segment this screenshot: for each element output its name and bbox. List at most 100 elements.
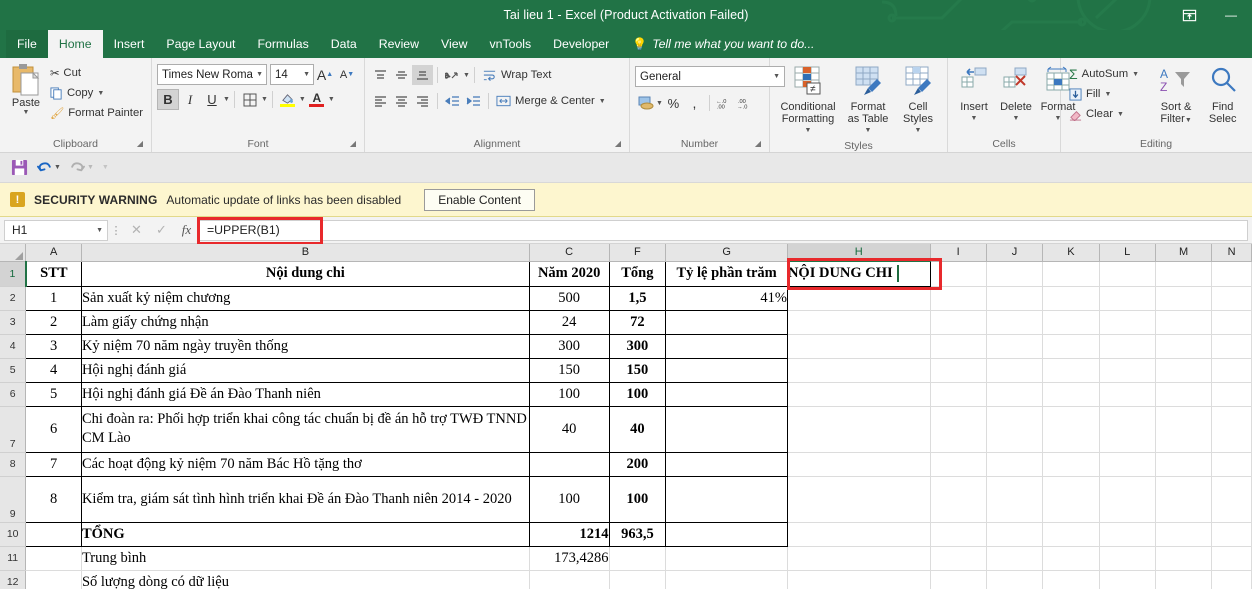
cell-H2[interactable] (787, 286, 931, 311)
decrease-indent-button[interactable] (442, 91, 463, 111)
cell-C10[interactable]: 1214 (528, 521, 610, 547)
cell-C3[interactable]: 24 (528, 309, 610, 335)
cell-H7[interactable] (787, 406, 931, 453)
row-header-2[interactable]: 2 (0, 286, 27, 311)
column-header-l[interactable]: L (1099, 244, 1156, 262)
align-right-button[interactable] (412, 91, 433, 111)
cell-F6[interactable]: 100 (608, 381, 667, 407)
cell-L1[interactable] (1099, 261, 1156, 287)
fill-button[interactable]: Fill ▼ (1066, 84, 1153, 104)
tab-data[interactable]: Data (320, 30, 368, 58)
cell-B1[interactable]: Nội dung chi (80, 260, 530, 287)
cell-K11[interactable] (1042, 546, 1100, 571)
cell-K5[interactable] (1042, 358, 1100, 383)
cell-H8[interactable] (787, 452, 931, 477)
save-button[interactable] (8, 159, 31, 176)
cell-J9[interactable] (986, 476, 1044, 523)
row-header-3[interactable]: 3 (0, 310, 27, 335)
number-format-select[interactable]: General ▼ (635, 66, 785, 87)
tell-me-search[interactable]: 💡 Tell me what you want to do... (620, 30, 814, 58)
cell-B10[interactable]: TỔNG (80, 521, 530, 547)
cell-F4[interactable]: 300 (608, 333, 667, 359)
tab-vntools[interactable]: vnTools (478, 30, 542, 58)
cell-H11[interactable] (787, 546, 931, 571)
chevron-down-icon[interactable]: ▼ (256, 71, 263, 78)
cell-I10[interactable] (930, 522, 987, 547)
copy-button[interactable]: Copy ▼ (47, 83, 146, 103)
cell-G10[interactable] (665, 521, 788, 547)
align-top-button[interactable] (370, 65, 391, 85)
cell-N12[interactable] (1211, 570, 1252, 589)
cell-H10[interactable] (787, 522, 931, 547)
cell-F11[interactable] (609, 546, 667, 571)
grow-font-button[interactable]: A ▲ (314, 64, 336, 85)
cell-J4[interactable] (986, 334, 1044, 359)
cell-styles-button[interactable]: Cell Styles ▼ (895, 64, 941, 139)
wrap-text-button[interactable]: Wrap Text (479, 65, 554, 85)
cell-L5[interactable] (1099, 358, 1156, 383)
cell-G1[interactable]: Tỷ lệ phần trăm (665, 260, 788, 287)
chevron-down-icon[interactable]: ▼ (328, 96, 335, 103)
cell-N9[interactable] (1211, 476, 1252, 523)
chevron-down-icon[interactable]: ▼ (223, 96, 230, 103)
cell-J5[interactable] (986, 358, 1044, 383)
undo-button[interactable]: ▼ (33, 160, 64, 175)
cell-B8[interactable]: Các hoạt động kỷ niệm 70 năm Bác Hồ tặng… (80, 451, 530, 477)
cell-J12[interactable] (986, 570, 1044, 589)
fill-color-icon[interactable] (277, 89, 299, 110)
cell-K1[interactable] (1042, 261, 1100, 287)
font-size-input[interactable]: 14 ▼ (270, 64, 314, 85)
cell-A3[interactable]: 2 (25, 309, 82, 335)
column-header-a[interactable]: A (25, 244, 82, 262)
find-select-button[interactable]: Find Selec (1199, 64, 1246, 127)
select-all-corner[interactable] (0, 244, 27, 262)
row-header-5[interactable]: 5 (0, 358, 27, 383)
cell-C5[interactable]: 150 (528, 357, 610, 383)
cell-L4[interactable] (1099, 334, 1156, 359)
cell-K3[interactable] (1042, 310, 1100, 335)
chevron-down-icon[interactable]: ▼ (805, 125, 812, 137)
cell-K8[interactable] (1042, 452, 1100, 477)
cell-H5[interactable] (787, 358, 931, 383)
cell-A6[interactable]: 5 (25, 381, 82, 407)
align-bottom-button[interactable] (412, 65, 433, 85)
align-center-button[interactable] (391, 91, 412, 111)
format-as-table-button[interactable]: Format as Table ▼ (841, 64, 895, 139)
cell-B7[interactable]: Chi đoàn ra: Phối hợp triển khai công tá… (80, 405, 530, 453)
conditional-formatting-button[interactable]: ≠ Conditional Formatting ▼ (775, 64, 841, 139)
cell-B2[interactable]: Sản xuất kỷ niệm chương (80, 285, 530, 311)
cell-I11[interactable] (930, 546, 987, 571)
cell-A11[interactable] (25, 546, 82, 571)
increase-decimal-button[interactable]: ←.0.00 (714, 93, 735, 113)
cell-G4[interactable] (665, 333, 788, 359)
tab-developer[interactable]: Developer (542, 30, 620, 58)
cell-B5[interactable]: Hội nghị đánh giá (80, 357, 530, 383)
percent-style-button[interactable]: % (663, 93, 684, 113)
redo-button[interactable]: ▼ (66, 160, 97, 175)
cell-J3[interactable] (986, 310, 1044, 335)
cell-K4[interactable] (1042, 334, 1100, 359)
autosum-button[interactable]: Σ AutoSum ▼ (1066, 64, 1153, 84)
cell-L2[interactable] (1099, 286, 1156, 311)
cell-F7[interactable]: 40 (608, 405, 667, 453)
cell-A8[interactable]: 7 (25, 451, 82, 477)
cell-N10[interactable] (1211, 522, 1252, 547)
font-color-icon[interactable]: A (306, 89, 328, 110)
cell-I1[interactable] (930, 261, 987, 287)
font-name-input[interactable]: Times New Roma ▼ (157, 64, 267, 85)
row-header-8[interactable]: 8 (0, 452, 27, 477)
cell-B3[interactable]: Làm giấy chứng nhận (80, 309, 530, 335)
cell-M10[interactable] (1155, 522, 1213, 547)
borders-icon[interactable] (239, 89, 261, 110)
cell-N11[interactable] (1211, 546, 1252, 571)
format-painter-button[interactable]: 🖌 Format Painter (47, 103, 146, 123)
cell-F3[interactable]: 72 (608, 309, 667, 335)
cell-J6[interactable] (986, 382, 1044, 407)
cell-C9[interactable]: 100 (528, 475, 610, 523)
cell-M6[interactable] (1155, 382, 1213, 407)
cell-I7[interactable] (930, 406, 987, 453)
cell-H12[interactable] (787, 570, 931, 589)
cell-A1[interactable]: STT (25, 260, 82, 287)
cell-M7[interactable] (1155, 406, 1213, 453)
cell-C12[interactable] (529, 570, 610, 589)
